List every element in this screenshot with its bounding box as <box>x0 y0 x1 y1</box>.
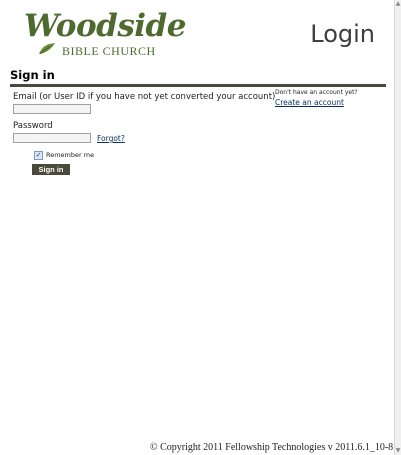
scroll-down-icon[interactable]: ▼ <box>395 447 401 455</box>
page-title: Login <box>310 20 375 48</box>
password-label: Password <box>13 121 53 131</box>
signin-section-title: Sign in <box>10 68 55 82</box>
email-field[interactable] <box>13 104 91 114</box>
remember-me-label: Remember me <box>46 151 95 159</box>
create-account-link[interactable]: Create an account <box>275 98 344 107</box>
no-account-prompt: Don't have an account yet? <box>275 89 358 96</box>
email-label: Email (or User ID if you have not yet co… <box>13 92 276 102</box>
copyright-footer: © Copyright 2011 Fellowship Technologies… <box>150 442 394 453</box>
scroll-up-icon[interactable]: ▲ <box>395 0 401 8</box>
leaf-icon <box>39 43 55 55</box>
password-field[interactable] <box>13 133 91 143</box>
forgot-password-link[interactable]: Forgot? <box>97 134 125 143</box>
logo-subtitle: BIBLE CHURCH <box>62 44 156 58</box>
header: Woodside BIBLE CHURCH Login <box>0 0 393 66</box>
logo-script-text: Woodside <box>24 8 186 44</box>
vertical-scrollbar[interactable]: ▲ ▼ <box>394 0 401 455</box>
section-divider <box>10 84 386 87</box>
remember-me-checkbox[interactable]: ✓ <box>34 151 43 160</box>
sign-in-button[interactable]: Sign in <box>32 164 70 175</box>
church-logo[interactable]: Woodside BIBLE CHURCH <box>18 8 186 60</box>
